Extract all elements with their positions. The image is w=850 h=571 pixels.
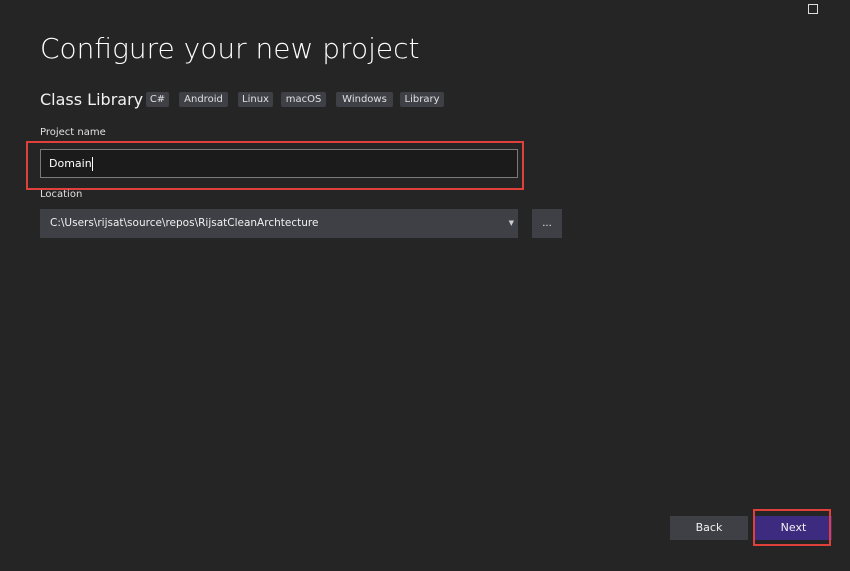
back-button[interactable]: Back bbox=[670, 516, 748, 540]
project-name-value: Domain bbox=[49, 157, 92, 170]
chevron-down-icon: ▼ bbox=[508, 219, 514, 227]
project-name-input[interactable]: Domain bbox=[40, 149, 518, 178]
template-name: Class Library bbox=[40, 90, 144, 109]
page-title: Configure your new project bbox=[40, 32, 420, 65]
tag-linux: Linux bbox=[238, 92, 273, 107]
location-value: C:\Users\rijsat\source\repos\RijsatClean… bbox=[50, 217, 319, 229]
highlight-box bbox=[753, 509, 831, 546]
browse-button[interactable]: ... bbox=[532, 209, 562, 238]
tag-macos: macOS bbox=[281, 92, 326, 107]
tag-library: Library bbox=[400, 92, 444, 107]
project-name-label: Project name bbox=[40, 127, 106, 138]
tag-csharp: C# bbox=[146, 92, 169, 107]
location-label: Location bbox=[40, 189, 83, 200]
location-select[interactable]: C:\Users\rijsat\source\repos\RijsatClean… bbox=[40, 209, 518, 238]
tag-android: Android bbox=[179, 92, 228, 107]
restore-icon[interactable] bbox=[808, 4, 818, 14]
tag-windows: Windows bbox=[336, 92, 393, 107]
